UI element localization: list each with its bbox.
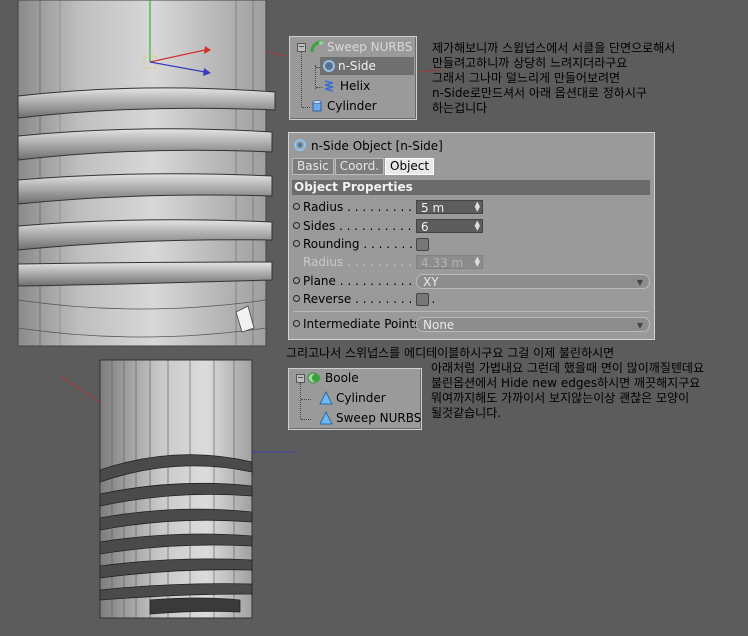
param-reverse: Reverse . . . . . . . . . . . <box>293 291 435 308</box>
rounding-checkbox[interactable] <box>416 238 429 251</box>
intermediate-value: None <box>423 318 455 332</box>
annotation-top-line-4: n-Side로만드셔서 아래 옵션대로 정하시구 <box>432 86 647 100</box>
spinner-icon: ▲ ▼ <box>474 255 480 268</box>
sweep-nurbs-icon <box>319 411 333 425</box>
annotation-bottom-line-4: 될것같습니다. <box>431 406 502 420</box>
n-side-icon <box>323 60 335 72</box>
spinner-icon[interactable]: ▲ ▼ <box>475 220 480 232</box>
tree-item-sweep-nurbs[interactable]: Sweep NURBS <box>317 409 421 427</box>
annotation-bottom-line-2: 불린옵션에서 Hide new edges하시면 깨끗해지구요 <box>431 376 701 390</box>
annotation-bottom-line-3: 뭐여까지해도 가까이서 보지않는이상 괜찮은 모양이 <box>431 391 690 405</box>
tree-connector <box>300 383 301 419</box>
boole-icon <box>307 372 320 384</box>
tab-coord[interactable]: Coord. <box>334 158 384 175</box>
tree-item-label: Sweep NURBS <box>327 40 413 54</box>
param-label: Intermediate Points <box>303 317 421 331</box>
param-rounding: Rounding . . . . . . . . . <box>293 236 428 253</box>
helix-icon <box>324 80 334 92</box>
param-label: Sides <box>303 219 336 233</box>
param-radius: Radius . . . . . . . . . . . . <box>293 199 435 216</box>
sides-value: 6 <box>421 220 429 234</box>
annotation-bottom-line-1: 아래처럼 가볍내요 그런데 했을때 면이 많이깨질텐데요 <box>431 361 704 375</box>
tree-connector <box>301 419 311 420</box>
tree-item-n-side[interactable]: n-Side <box>320 57 414 75</box>
chevron-down-icon: ▼ <box>636 321 643 330</box>
intermediate-points-dropdown[interactable]: None ▼ <box>416 317 650 332</box>
param-label: Plane <box>303 274 336 288</box>
tab-object[interactable]: Object <box>385 158 435 175</box>
plane-value: XY <box>423 275 439 289</box>
param-sides: Sides . . . . . . . . . . . . . <box>293 218 434 235</box>
tab-basic[interactable]: Basic <box>292 158 334 175</box>
attribute-manager: n-Side Object [n-Side] Basic Coord. Object… <box>288 132 655 340</box>
tree-item-label: n-Side <box>338 59 376 73</box>
animate-dot[interactable] <box>293 240 300 247</box>
annotation-top-line-3: 그래서 그나마 덜느리게 만들어보려면 <box>432 71 621 85</box>
tree-connector <box>315 65 316 89</box>
spinner-icon[interactable]: ▲ ▼ <box>475 201 480 213</box>
tree-item-boole[interactable]: Boole <box>307 369 417 387</box>
annotation-top-line-1: 제가해보니까 스윕넙스에서 서클을 단면으로해서 <box>432 41 676 55</box>
annotation-bottom-line-0: 그리고나서 스위넙스를 에디테이블하시구요 그걸 이제 불린하시면 <box>286 346 615 360</box>
sides-input[interactable]: 6 ▲ ▼ <box>416 219 483 234</box>
tree-item-cylinder[interactable]: Cylinder <box>310 97 414 115</box>
cylinder-icon <box>312 100 322 112</box>
tree-connector <box>301 399 311 400</box>
tree-item-label: Cylinder <box>336 391 386 405</box>
tree-item-label: Boole <box>325 371 359 385</box>
param-intermediate-points: Intermediate Points <box>293 316 420 333</box>
annotation-top-line-5: 하는겁니다 <box>432 101 488 115</box>
param-label: Reverse <box>303 292 352 306</box>
tree-item-sweep-nurbs[interactable]: Sweep NURBS <box>310 38 414 56</box>
tree-expander[interactable]: − <box>296 374 305 383</box>
annotation-top-line-2: 만들려고하니까 상당히 느려지더라구요 <box>432 56 628 70</box>
animate-dot[interactable] <box>293 203 300 210</box>
tree-connector <box>301 47 302 107</box>
rounding-radius-value: 4.33 m <box>421 256 464 270</box>
sweep-nurbs-icon <box>310 40 323 53</box>
bottom-cylinder-model <box>99 359 253 619</box>
param-label: Radius <box>303 255 344 269</box>
tree-item-label: Helix <box>340 79 371 93</box>
tree-item-label: Sweep NURBS <box>336 411 422 425</box>
top-cylinder-model <box>17 0 276 347</box>
leader-dots: . . . . . . . . . . . <box>343 255 428 269</box>
attribute-tabs: Basic Coord. Object <box>292 158 435 175</box>
object-manager-bottom: − Boole Cylinder Sweep NURBS <box>288 368 422 430</box>
param-label: Rounding <box>303 237 360 251</box>
attribute-title: n-Side Object [n-Side] <box>311 139 443 153</box>
divider <box>293 311 649 312</box>
tree-item-label: Cylinder <box>327 99 377 113</box>
animate-dot[interactable] <box>293 222 300 229</box>
plane-dropdown[interactable]: XY ▼ <box>416 274 650 289</box>
object-manager-top: − Sweep NURBS n-Side Helix Cylinder <box>289 36 417 120</box>
tree-item-cylinder[interactable]: Cylinder <box>317 389 417 407</box>
animate-dot[interactable] <box>293 295 300 302</box>
radius-input[interactable]: 5 m ▲ ▼ <box>416 200 483 215</box>
guide-line <box>59 375 101 403</box>
param-plane: Plane . . . . . . . . . . . . . <box>293 273 435 290</box>
param-label: Radius <box>303 200 344 214</box>
tree-expander[interactable]: − <box>297 43 306 52</box>
n-side-icon <box>294 139 306 151</box>
animate-dot[interactable] <box>293 277 300 284</box>
section-object-properties[interactable]: Object Properties <box>292 180 650 195</box>
animate-dot[interactable] <box>293 320 300 327</box>
cylinder-icon <box>319 391 333 405</box>
tree-connector <box>302 107 310 108</box>
radius-value: 5 m <box>421 201 445 215</box>
guide-line <box>265 51 287 57</box>
reverse-checkbox[interactable] <box>416 293 429 306</box>
param-rounding-radius: Radius . . . . . . . . . . . <box>303 254 427 271</box>
rounding-radius-input: 4.33 m ▲ ▼ <box>416 255 483 270</box>
tree-item-helix[interactable]: Helix <box>320 77 414 95</box>
chevron-down-icon: ▼ <box>636 278 643 287</box>
attribute-header: n-Side Object [n-Side] <box>293 137 443 155</box>
